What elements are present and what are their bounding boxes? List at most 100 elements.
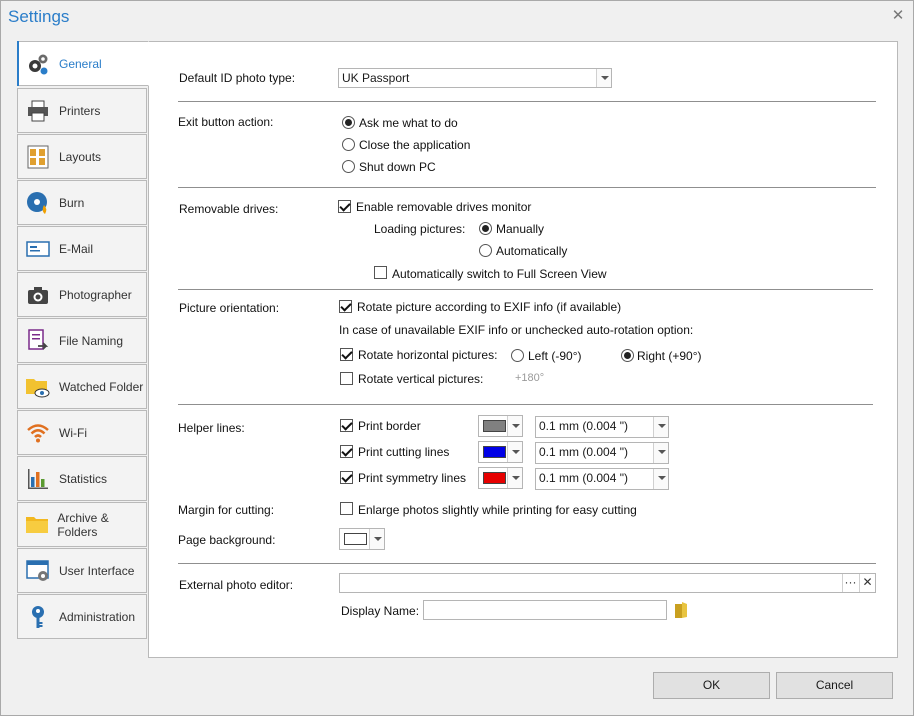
email-icon — [25, 236, 51, 262]
tab-file-naming-label: File Naming — [59, 333, 124, 348]
cutting-lines-width-select[interactable]: 0.1 mm (0.004 ") — [535, 442, 669, 464]
display-name-input[interactable] — [423, 600, 667, 620]
fullscreen-switch-checkbox[interactable] — [374, 266, 387, 279]
print-symmetry-lines-checkbox[interactable] — [340, 471, 353, 484]
clear-button[interactable]: ✕ — [859, 574, 875, 592]
enable-drives-monitor-checkbox[interactable] — [338, 200, 351, 213]
general-settings-panel — [148, 41, 898, 658]
radio-close-application-label: Close the application — [359, 138, 471, 152]
radio-right-90[interactable] — [621, 349, 634, 362]
print-border-label: Print border — [358, 419, 421, 433]
default-photo-type-label: Default ID photo type: — [179, 71, 296, 85]
border-color-swatch — [483, 420, 506, 432]
page-background-color-picker[interactable] — [339, 528, 385, 550]
border-width-select[interactable]: 0.1 mm (0.004 ") — [535, 416, 669, 438]
tab-administration-label: Administration — [59, 609, 136, 624]
chevron-down-icon[interactable] — [507, 416, 522, 436]
enable-drives-monitor-label: Enable removable drives monitor — [356, 200, 532, 214]
radio-shut-down-pc[interactable] — [342, 160, 355, 173]
tab-archive-folders[interactable]: Archive & Folders — [17, 502, 147, 547]
print-border-checkbox[interactable] — [340, 419, 353, 432]
default-photo-type-select[interactable]: UK Passport — [338, 68, 612, 88]
orientation-note: In case of unavailable EXIF info or unch… — [339, 323, 694, 337]
chevron-down-icon[interactable] — [507, 468, 522, 488]
external-editor-path-input[interactable]: ··· ✕ — [339, 573, 876, 593]
separator — [178, 289, 873, 290]
tab-watched-folder[interactable]: Watched Folder — [17, 364, 147, 409]
radio-left-90-label: Left (-90°) — [528, 349, 582, 363]
tab-user-interface[interactable]: User Interface — [17, 548, 147, 593]
radio-shut-down-pc-label: Shut down PC — [359, 160, 436, 174]
external-editor-label: External photo editor: — [179, 578, 294, 592]
tab-statistics-label: Statistics — [59, 471, 108, 486]
radio-loading-automatically-label: Automatically — [496, 244, 568, 258]
radio-close-application[interactable] — [342, 138, 355, 151]
display-name-label: Display Name: — [341, 604, 420, 618]
browse-button[interactable]: ··· — [842, 574, 858, 592]
print-symmetry-lines-label: Print symmetry lines — [358, 471, 467, 485]
cutting-lines-color-swatch — [483, 446, 506, 458]
helper-lines-label: Helper lines: — [178, 421, 245, 435]
rotate-vertical-checkbox[interactable] — [340, 372, 353, 385]
radio-ask-me[interactable] — [342, 116, 355, 129]
chevron-down-icon[interactable] — [653, 469, 668, 489]
tab-burn-label: Burn — [59, 195, 85, 210]
tab-wifi[interactable]: Wi-Fi — [17, 410, 147, 455]
cutting-lines-color-picker[interactable] — [478, 441, 523, 463]
rotate-vertical-label: Rotate vertical pictures: — [358, 372, 484, 386]
rotate-horizontal-checkbox[interactable] — [340, 348, 353, 361]
tab-photographer-label: Photographer — [59, 287, 132, 302]
disc-burn-icon — [25, 190, 51, 216]
tab-email[interactable]: E-Mail — [17, 226, 147, 271]
border-color-picker[interactable] — [478, 415, 523, 437]
print-cutting-lines-checkbox[interactable] — [340, 445, 353, 458]
watched-folder-icon — [25, 374, 51, 400]
key-icon — [25, 604, 51, 630]
ok-button[interactable]: OK — [653, 672, 770, 699]
enlarge-photos-label: Enlarge photos slightly while printing f… — [358, 503, 637, 517]
symmetry-lines-color-swatch — [483, 472, 506, 484]
cutting-lines-width-value: 0.1 mm (0.004 ") — [539, 445, 628, 459]
page-background-label: Page background: — [178, 533, 276, 547]
chevron-down-icon[interactable] — [653, 417, 668, 437]
tab-wifi-label: Wi-Fi — [59, 425, 87, 440]
radio-ask-me-label: Ask me what to do — [359, 116, 458, 130]
exit-action-label: Exit button action: — [178, 115, 274, 129]
folder-icon — [25, 512, 49, 538]
tab-administration[interactable]: Administration — [17, 594, 147, 639]
rotate-exif-checkbox[interactable] — [339, 300, 352, 313]
close-icon[interactable]: ✕ — [891, 8, 905, 23]
tab-burn[interactable]: Burn — [17, 180, 147, 225]
radio-left-90[interactable] — [511, 349, 524, 362]
tab-photographer[interactable]: Photographer — [17, 272, 147, 317]
chevron-down-icon[interactable] — [507, 442, 522, 462]
tab-statistics[interactable]: Statistics — [17, 456, 147, 501]
radio-loading-manually[interactable] — [479, 222, 492, 235]
radio-loading-automatically[interactable] — [479, 244, 492, 257]
title-bar: Settings ✕ — [1, 1, 913, 35]
tab-general-label: General — [59, 56, 102, 71]
fullscreen-switch-label: Automatically switch to Full Screen View — [392, 267, 607, 281]
symmetry-lines-color-picker[interactable] — [478, 467, 523, 489]
cancel-button[interactable]: Cancel — [776, 672, 893, 699]
tab-general[interactable]: General — [17, 41, 149, 86]
orientation-label: Picture orientation: — [179, 301, 280, 315]
tab-printers[interactable]: Printers — [17, 88, 147, 133]
rotate-exif-label: Rotate picture according to EXIF info (i… — [357, 300, 622, 314]
enlarge-photos-checkbox[interactable] — [340, 502, 353, 515]
tab-layouts[interactable]: Layouts — [17, 134, 147, 179]
removable-drives-label: Removable drives: — [179, 202, 279, 216]
tab-archive-folders-label: Archive & Folders — [57, 510, 109, 539]
chevron-down-icon[interactable] — [596, 69, 611, 87]
chevron-down-icon[interactable] — [653, 443, 668, 463]
separator — [178, 187, 876, 188]
printer-icon — [25, 98, 51, 124]
symmetry-lines-width-select[interactable]: 0.1 mm (0.004 ") — [535, 468, 669, 490]
wifi-icon — [25, 420, 51, 446]
chevron-down-icon[interactable] — [369, 529, 384, 549]
user-interface-icon — [25, 558, 51, 584]
tab-file-naming[interactable]: File Naming — [17, 318, 147, 363]
folder-browse-icon[interactable] — [673, 601, 689, 619]
page-background-color-swatch — [344, 533, 367, 545]
gears-icon — [25, 51, 51, 77]
